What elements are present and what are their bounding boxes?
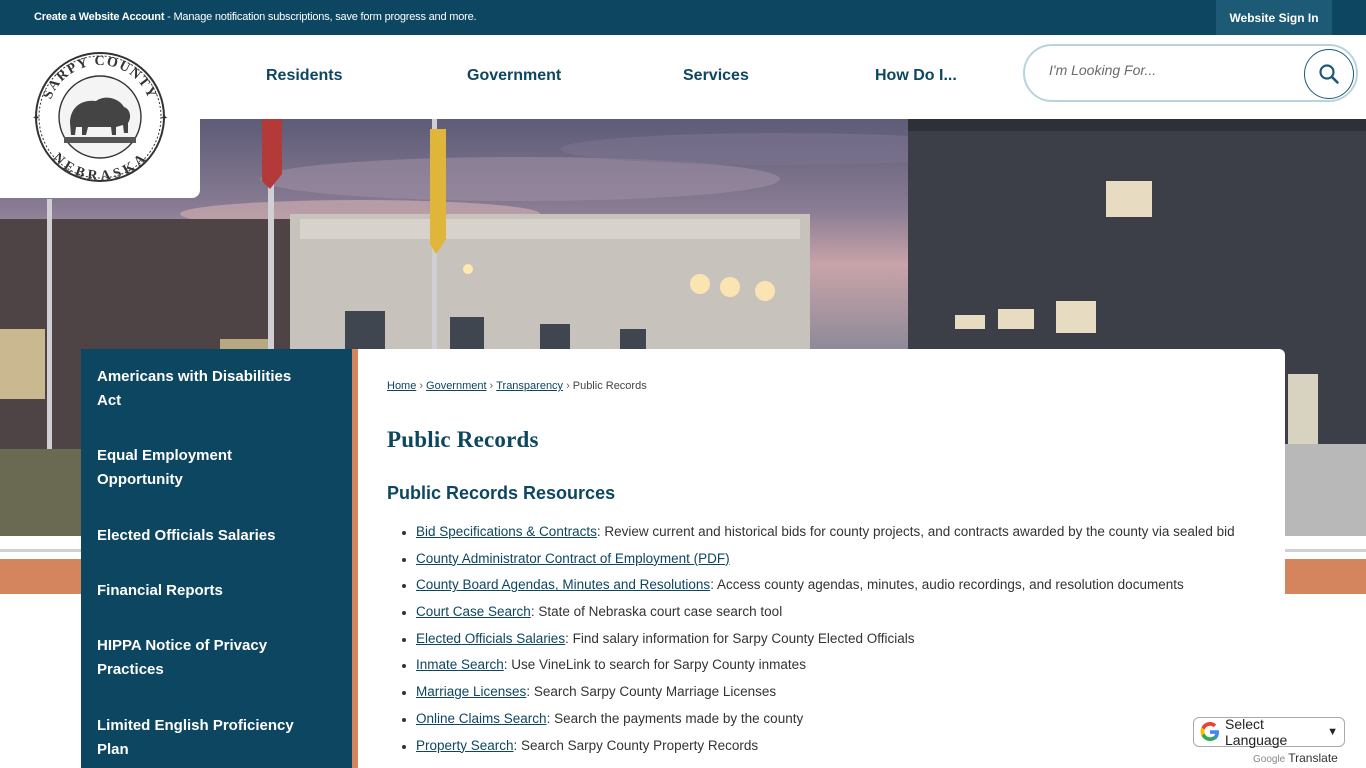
sarpy-county-seal-icon: SARPY COUNTY NEBRASKA ✦ ✦ <box>32 52 168 184</box>
resource-link-county-board-agendas[interactable]: County Board Agendas, Minutes and Resolu… <box>416 577 710 592</box>
language-select-label: Select Language <box>1225 716 1288 748</box>
resource-description: : Search the payments made by the county <box>546 710 804 726</box>
resource-description: : Search Sarpy County Marriage Licenses <box>526 684 777 700</box>
sidebar-item-americans-with-disabilities-act[interactable]: Americans with Disabilities Act <box>97 365 317 413</box>
sidebar-item-label: Elected Officials Salaries <box>97 527 276 544</box>
breadcrumb-transparency[interactable]: Transparency <box>496 380 563 392</box>
account-description: - Manage notification subscriptions, sav… <box>164 11 477 23</box>
resource-link-elected-officials-salaries[interactable]: Elected Officials Salaries <box>416 631 565 646</box>
search-input[interactable] <box>1049 62 1299 78</box>
nav-services[interactable]: Services <box>683 67 749 85</box>
page-title: Public Records <box>387 427 539 452</box>
list-item: Inmate Search: Use VineLink to search fo… <box>416 655 1276 682</box>
list-item: County Administrator Contract of Employm… <box>416 549 1276 576</box>
nav-government[interactable]: Government <box>467 67 561 85</box>
sidebar-item-label: Practices <box>97 661 164 678</box>
resources-list: Bid Specifications & Contracts: Review c… <box>416 522 1276 762</box>
main-navigation: Residents Government Services How Do I..… <box>0 35 1366 119</box>
breadcrumb: Home › Government › Transparency › Public Reco… <box>387 380 647 392</box>
resource-link-inmate-search[interactable]: Inmate Search <box>416 657 504 672</box>
sidebar-item-hippa-notice-of-privacy-practices[interactable]: HIPPA Notice of Privacy Practices <box>97 634 317 682</box>
resource-link-bid-specifications[interactable]: Bid Specifications & Contracts <box>416 524 597 539</box>
sidebar-item-equal-employment-opportunity[interactable]: Equal Employment Opportunity <box>97 444 317 492</box>
translate-link[interactable]: Translate <box>1288 751 1338 765</box>
sidebar-item-label: Plan <box>97 741 129 758</box>
site-search <box>1023 44 1358 102</box>
svg-text:✦: ✦ <box>160 113 168 124</box>
sidebar-item-label: HIPPA Notice of Privacy <box>97 637 268 654</box>
language-select[interactable]: Select Language ▼ <box>1193 716 1345 748</box>
sidebar-navigation: Americans with Disabilities Act Equal Em… <box>81 349 352 768</box>
county-logo[interactable]: SARPY COUNTY NEBRASKA ✦ ✦ <box>0 35 200 198</box>
resource-link-property-search[interactable]: Property Search <box>416 738 514 753</box>
google-wordmark: Google <box>1253 754 1286 765</box>
list-item: Elected Officials Salaries: Find salary … <box>416 629 1276 656</box>
search-icon <box>1319 64 1339 84</box>
section-heading: Public Records Resources <box>387 483 616 503</box>
website-sign-in-button[interactable]: Website Sign In <box>1216 0 1332 35</box>
resource-link-online-claims-search[interactable]: Online Claims Search <box>416 711 547 726</box>
google-g-icon <box>1200 722 1219 741</box>
sidebar-item-label: Financial Reports <box>97 582 223 599</box>
chevron-down-icon: ▼ <box>1327 726 1338 738</box>
powered-by-google-translate: Google Translate <box>1253 751 1338 765</box>
sidebar-item-label: Americans with Disabilities <box>97 368 292 385</box>
main-content: Home › Government › Transparency › Public Reco… <box>358 349 1285 768</box>
list-item: Bid Specifications & Contracts: Review c… <box>416 522 1276 549</box>
sidebar-item-label: Equal Employment <box>97 447 233 464</box>
resource-description: : Find salary information for Sarpy Coun… <box>565 630 915 646</box>
resource-link-court-case-search[interactable]: Court Case Search <box>416 604 531 619</box>
list-item: Marriage Licenses: Search Sarpy County M… <box>416 682 1276 709</box>
breadcrumb-current: Public Records <box>572 380 647 392</box>
list-item: Court Case Search: State of Nebraska cou… <box>416 602 1276 629</box>
resource-description: : Search Sarpy County Property Records <box>513 737 759 753</box>
account-message: Create a Website Account - Manage notifi… <box>34 11 477 23</box>
sidebar-item-limited-english-proficiency-plan[interactable]: Limited English Proficiency Plan <box>97 714 317 762</box>
svg-text:✦: ✦ <box>32 113 40 124</box>
resource-description: : Review current and historical bids for… <box>596 524 1235 539</box>
resource-link-county-administrator-contract[interactable]: County Administrator Contract of Employm… <box>416 551 730 566</box>
resource-description: : Access county agendas, minutes, audio … <box>710 577 1184 593</box>
sidebar-item-label: Act <box>97 392 122 409</box>
resource-description: : Use VineLink to search for Sarpy Count… <box>503 657 806 673</box>
sidebar-item-elected-officials-salaries[interactable]: Elected Officials Salaries <box>97 524 317 548</box>
list-item: County Board Agendas, Minutes and Resolu… <box>416 575 1276 602</box>
search-button[interactable] <box>1304 49 1354 99</box>
sidebar-item-label: Opportunity <box>97 471 183 488</box>
resource-link-marriage-licenses[interactable]: Marriage Licenses <box>416 684 526 699</box>
list-item: Online Claims Search: Search the payment… <box>416 709 1276 736</box>
nav-how-do-i[interactable]: How Do I... <box>875 67 957 85</box>
top-utility-bar: Create a Website Account - Manage notifi… <box>0 0 1366 35</box>
resource-description: : State of Nebraska court case search to… <box>530 604 783 620</box>
sidebar-item-financial-reports[interactable]: Financial Reports <box>97 579 317 603</box>
sidebar-item-label: Limited English Proficiency <box>97 717 294 734</box>
create-account-link[interactable]: Create a Website Account <box>34 11 164 23</box>
list-item: Property Search: Search Sarpy County Pro… <box>416 736 1276 763</box>
breadcrumb-government[interactable]: Government <box>426 380 487 392</box>
breadcrumb-home[interactable]: Home <box>387 380 416 392</box>
nav-residents[interactable]: Residents <box>266 67 342 85</box>
